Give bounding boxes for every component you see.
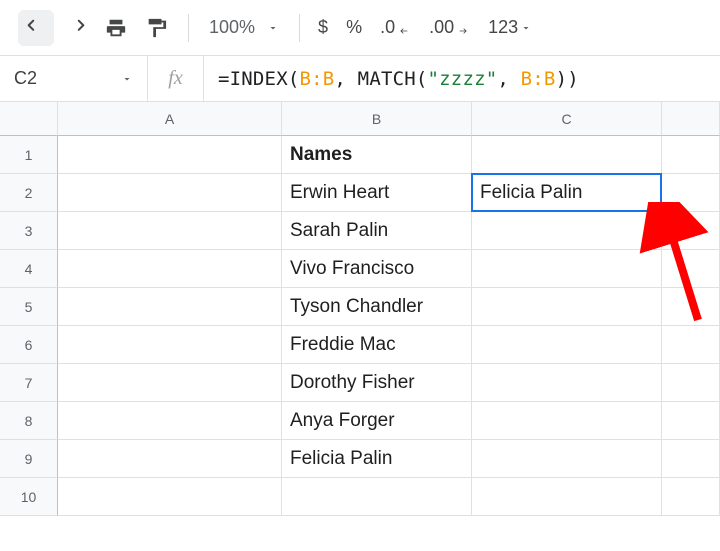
cell-b4[interactable]: Vivo Francisco <box>282 250 472 288</box>
row-header[interactable]: 6 <box>0 326 58 364</box>
table-row: 4 Vivo Francisco <box>0 250 720 288</box>
number-format-group: $ % .0 .00 123 <box>314 17 532 38</box>
toolbar: 100% $ % .0 .00 123 <box>0 0 720 56</box>
cell-b2[interactable]: Erwin Heart <box>282 174 472 212</box>
cell-d9[interactable] <box>662 440 720 478</box>
format-currency-button[interactable]: $ <box>318 17 328 38</box>
chevron-down-icon <box>121 73 133 85</box>
cell-c10[interactable] <box>472 478 662 516</box>
decrease-decimal-button[interactable]: .0 <box>380 17 411 38</box>
cell-d4[interactable] <box>662 250 720 288</box>
cell-d6[interactable] <box>662 326 720 364</box>
cell-c1[interactable] <box>472 136 662 174</box>
table-row: 3 Sarah Palin <box>0 212 720 250</box>
column-headers: A B C <box>0 102 720 136</box>
row-header[interactable]: 3 <box>0 212 58 250</box>
cell-c4[interactable] <box>472 250 662 288</box>
cell-d1[interactable] <box>662 136 720 174</box>
cell-a10[interactable] <box>58 478 282 516</box>
cell-b1[interactable]: Names <box>282 136 472 174</box>
print-button[interactable] <box>98 10 134 46</box>
cell-b5[interactable]: Tyson Chandler <box>282 288 472 326</box>
chevron-down-icon <box>520 22 532 34</box>
cell-d5[interactable] <box>662 288 720 326</box>
cell-a4[interactable] <box>58 250 282 288</box>
cell-b10[interactable] <box>282 478 472 516</box>
row-header[interactable]: 5 <box>0 288 58 326</box>
cell-c3[interactable] <box>472 212 662 250</box>
fx-label: fx <box>148 56 204 101</box>
toolbar-separator <box>188 14 189 42</box>
more-formats-dropdown[interactable]: 123 <box>488 17 532 38</box>
cell-d3[interactable] <box>662 212 720 250</box>
increase-decimal-button[interactable]: .00 <box>429 17 470 38</box>
cell-a3[interactable] <box>58 212 282 250</box>
cell-c7[interactable] <box>472 364 662 402</box>
zoom-value: 100% <box>209 17 255 38</box>
select-all-corner[interactable] <box>0 102 58 136</box>
fill-handle[interactable] <box>658 208 667 217</box>
spreadsheet-grid: A B C 1 Names 2 Erwin Heart Felicia Pali… <box>0 102 720 516</box>
row-header[interactable]: 4 <box>0 250 58 288</box>
cell-a9[interactable] <box>58 440 282 478</box>
table-row: 6 Freddie Mac <box>0 326 720 364</box>
column-header-next[interactable] <box>662 102 720 136</box>
cell-c5[interactable] <box>472 288 662 326</box>
table-row: 9 Felicia Palin <box>0 440 720 478</box>
cell-d8[interactable] <box>662 402 720 440</box>
row-header[interactable]: 10 <box>0 478 58 516</box>
formula-bar: C2 fx =INDEX(B:B, MATCH("zzzz", B:B)) <box>0 56 720 102</box>
format-percent-button[interactable]: % <box>346 17 362 38</box>
row-header[interactable]: 2 <box>0 174 58 212</box>
cell-b7[interactable]: Dorothy Fisher <box>282 364 472 402</box>
row-header[interactable]: 8 <box>0 402 58 440</box>
column-header-c[interactable]: C <box>472 102 662 136</box>
chevron-down-icon <box>267 22 279 34</box>
cell-b3[interactable]: Sarah Palin <box>282 212 472 250</box>
undo-button[interactable] <box>18 10 54 46</box>
table-row: 2 Erwin Heart Felicia Palin <box>0 174 720 212</box>
redo-button[interactable] <box>58 10 94 46</box>
cell-a5[interactable] <box>58 288 282 326</box>
paint-format-button[interactable] <box>138 10 174 46</box>
row-header[interactable]: 7 <box>0 364 58 402</box>
name-box[interactable]: C2 <box>0 56 148 101</box>
cell-a6[interactable] <box>58 326 282 364</box>
row-header[interactable]: 1 <box>0 136 58 174</box>
toolbar-separator <box>299 14 300 42</box>
cell-b9[interactable]: Felicia Palin <box>282 440 472 478</box>
cell-c9[interactable] <box>472 440 662 478</box>
zoom-dropdown[interactable]: 100% <box>203 17 285 38</box>
cell-c6[interactable] <box>472 326 662 364</box>
cell-a7[interactable] <box>58 364 282 402</box>
table-row: 8 Anya Forger <box>0 402 720 440</box>
cell-d10[interactable] <box>662 478 720 516</box>
table-row: 7 Dorothy Fisher <box>0 364 720 402</box>
table-row: 10 <box>0 478 720 516</box>
cell-a1[interactable] <box>58 136 282 174</box>
cell-d2[interactable] <box>662 174 720 212</box>
formula-input[interactable]: =INDEX(B:B, MATCH("zzzz", B:B)) <box>204 68 720 90</box>
cell-b6[interactable]: Freddie Mac <box>282 326 472 364</box>
cell-a2[interactable] <box>58 174 282 212</box>
column-header-b[interactable]: B <box>282 102 472 136</box>
cell-b8[interactable]: Anya Forger <box>282 402 472 440</box>
cell-d7[interactable] <box>662 364 720 402</box>
table-row: 5 Tyson Chandler <box>0 288 720 326</box>
table-row: 1 Names <box>0 136 720 174</box>
cell-a8[interactable] <box>58 402 282 440</box>
active-cell-ref: C2 <box>14 68 37 89</box>
column-header-a[interactable]: A <box>58 102 282 136</box>
cell-c8[interactable] <box>472 402 662 440</box>
row-header[interactable]: 9 <box>0 440 58 478</box>
cell-c2[interactable]: Felicia Palin <box>472 174 662 212</box>
